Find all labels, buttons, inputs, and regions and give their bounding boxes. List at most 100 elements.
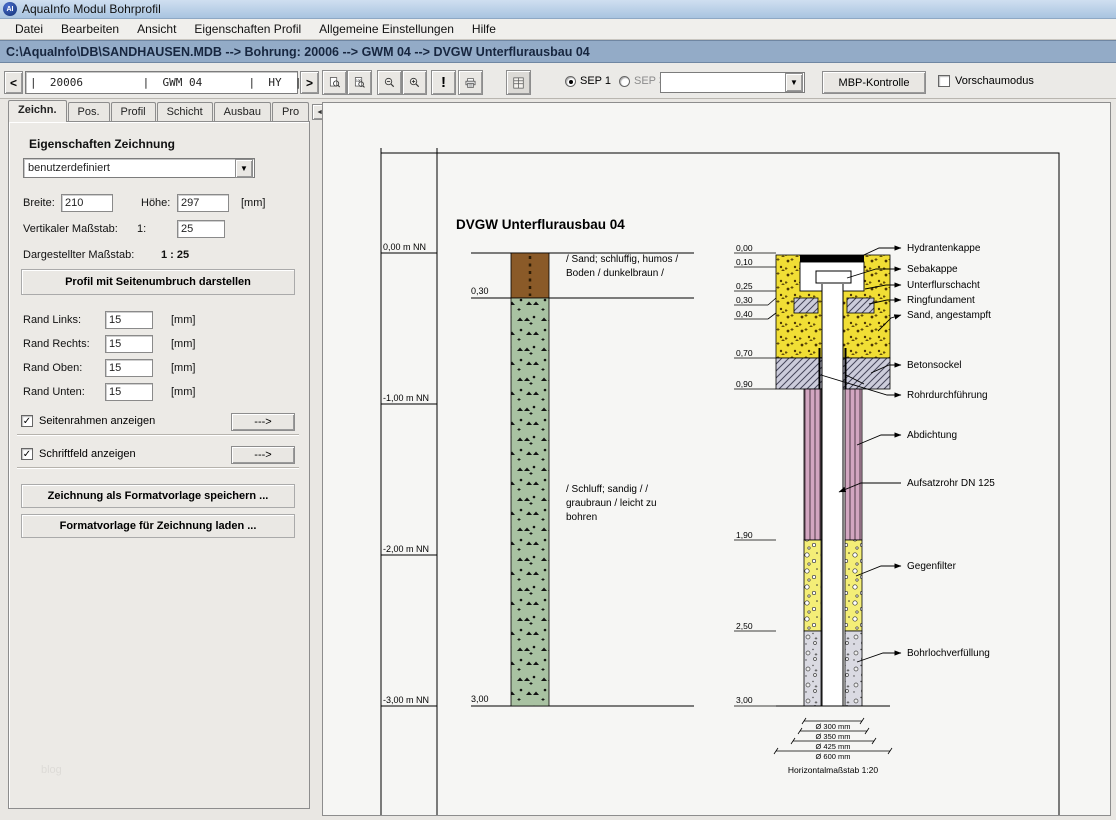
menu-eigenschaften-profil[interactable]: Eigenschaften Profil [185, 20, 310, 38]
seitenrahmen-checkbox[interactable]: ✓ [21, 415, 33, 427]
soil-layer-green [511, 298, 549, 706]
tab-zeichn[interactable]: Zeichn. [8, 100, 67, 122]
drawing-canvas: 0,00 m NN -1,00 m NN -2,00 m NN -3,00 m … [322, 102, 1111, 816]
record-combobox[interactable]: | 20006 | GWM 04 | HY | ▼ [25, 71, 298, 94]
vmass-field[interactable] [177, 220, 225, 238]
svg-text:graubraun / leicht zu: graubraun / leicht zu [566, 498, 657, 509]
part-labels: Hydrantenkappe Sebakappe Unterflurschach… [907, 243, 995, 659]
svg-text:Sand, angestampft: Sand, angestampft [907, 310, 991, 321]
tab-pro[interactable]: Pro [272, 102, 309, 122]
dmass-value: 1 : 25 [161, 249, 189, 261]
breite-label: Breite: [23, 197, 55, 209]
svg-text:0,40: 0,40 [736, 309, 753, 319]
borehole-backfill-left [804, 631, 821, 706]
rand-oben-unit: [mm] [171, 362, 195, 374]
svg-text:Ø 425 mm: Ø 425 mm [815, 742, 850, 751]
svg-text:Abdichtung: Abdichtung [907, 430, 957, 441]
printer-icon [465, 75, 476, 91]
rand-oben-field[interactable] [105, 359, 153, 377]
table-view-icon[interactable] [506, 70, 531, 95]
tab-ausbau[interactable]: Ausbau [214, 102, 271, 122]
sep1-radio[interactable] [565, 76, 576, 87]
well-depths: 0,00 0,10 0,25 0,30 0,40 0,70 0,90 1,90 … [734, 243, 776, 706]
borehole-backfill-right [845, 631, 862, 706]
svg-text:Unterflurschacht: Unterflurschacht [907, 280, 980, 291]
svg-text:Hydrantenkappe: Hydrantenkappe [907, 243, 981, 254]
template-combobox-value: benutzerdefiniert [24, 162, 235, 174]
svg-text:Aufsatzrohr DN 125: Aufsatzrohr DN 125 [907, 478, 995, 489]
tab-schicht[interactable]: Schicht [157, 102, 213, 122]
zoom-out-icon[interactable] [377, 70, 402, 95]
watermark: blog [41, 764, 62, 776]
menu-bearbeiten[interactable]: Bearbeiten [52, 20, 128, 38]
svg-text:/ Schluff; sandig / /: / Schluff; sandig / / [566, 484, 648, 495]
ring-foundation-right [847, 298, 874, 313]
chevron-down-icon[interactable]: ▼ [235, 159, 253, 178]
svg-text:Betonsockel: Betonsockel [907, 360, 961, 371]
menu-allgemeine-einstellungen[interactable]: Allgemeine Einstellungen [310, 20, 463, 38]
rand-links-label: Rand Links: [23, 314, 81, 326]
layer2-description: / Schluff; sandig / / graubraun / leicht… [566, 484, 657, 523]
save-template-button[interactable]: Zeichnung als Formatvorlage speichern ..… [21, 484, 295, 508]
svg-text:3,00: 3,00 [736, 695, 753, 705]
tab-pos[interactable]: Pos. [68, 102, 110, 122]
vmass-label: Vertikaler Maßstab: [23, 223, 118, 235]
template-combobox[interactable]: benutzerdefiniert ▼ [23, 158, 255, 178]
svg-text:Sebakappe: Sebakappe [907, 264, 958, 275]
svg-text:-2,00 m NN: -2,00 m NN [383, 544, 429, 554]
divider [17, 434, 299, 435]
mbp-kontrolle-button[interactable]: MBP-Kontrolle [822, 71, 926, 94]
sealing-right [845, 389, 862, 540]
rand-links-field[interactable] [105, 311, 153, 329]
ring-foundation-left [794, 298, 818, 313]
hoehe-field[interactable] [177, 194, 229, 212]
schriftfeld-checkbox[interactable]: ✓ [21, 448, 33, 460]
menu-datei[interactable]: Datei [6, 20, 52, 38]
svg-text:0,90: 0,90 [736, 379, 753, 389]
print-icon[interactable] [458, 70, 483, 95]
dmass-label: Dargestellter Maßstab: [23, 249, 134, 261]
prev-record-button[interactable]: < [4, 71, 23, 94]
svg-text:0,00: 0,00 [736, 243, 753, 253]
tab-profil[interactable]: Profil [111, 102, 156, 122]
soil-profile: 0,30 3,00 / Sand; schluffig, humos / Bod… [471, 253, 694, 706]
sep3-radio[interactable] [619, 76, 630, 87]
preview-mode-checkbox[interactable] [938, 75, 950, 87]
load-template-button[interactable]: Formatvorlage für Zeichnung laden ... [21, 514, 295, 538]
page-break-button[interactable]: Profil mit Seitenumbruch darstellen [21, 269, 295, 295]
svg-text:Ø 300 mm: Ø 300 mm [815, 722, 850, 731]
svg-text:0,10: 0,10 [736, 257, 753, 267]
tab-strip: Zeichn. Pos. Profil Schicht Ausbau Pro ◄… [8, 100, 318, 122]
svg-text:Ø 600 mm: Ø 600 mm [815, 752, 850, 761]
schriftfeld-row: ✓ Schriftfeld anzeigen [21, 448, 136, 460]
menu-hilfe[interactable]: Hilfe [463, 20, 505, 38]
seitenrahmen-arrow-button[interactable]: ---> [231, 413, 295, 431]
zoom-in-icon[interactable] [402, 70, 427, 95]
grid-icon [513, 75, 524, 91]
menu-ansicht[interactable]: Ansicht [128, 20, 185, 38]
svg-text:100: 100 [356, 79, 362, 83]
svg-text:Rohrdurchführung: Rohrdurchführung [907, 390, 988, 401]
svg-text:Ringfundament: Ringfundament [907, 295, 975, 306]
seba-cap [816, 271, 851, 283]
print-preview-icon[interactable] [322, 70, 347, 95]
hydrant-cap [800, 255, 864, 262]
refresh-exclamation-icon[interactable]: ! [431, 70, 456, 95]
counter-filter-right [845, 540, 862, 631]
riser-pipe [822, 284, 843, 706]
rand-links-unit: [mm] [171, 314, 195, 326]
rand-unten-field[interactable] [105, 383, 153, 401]
window-title: AquaInfo Modul Bohrprofil [22, 2, 161, 16]
rand-oben-label: Rand Oben: [23, 362, 82, 374]
breite-field[interactable] [61, 194, 113, 212]
rand-rechts-field[interactable] [105, 335, 153, 353]
sep-combobox[interactable]: ▼ [660, 72, 805, 93]
schriftfeld-arrow-button[interactable]: ---> [231, 446, 295, 464]
app-window: AI AquaInfo Modul Bohrprofil Datei Bearb… [0, 0, 1116, 820]
next-record-button[interactable]: > [300, 71, 319, 94]
horizontal-scale-note: Horizontalmaßstab 1:20 [788, 765, 879, 775]
title-bar: AI AquaInfo Modul Bohrprofil [0, 0, 1116, 19]
schriftfeld-label: Schriftfeld anzeigen [39, 448, 136, 460]
chevron-down-icon[interactable]: ▼ [785, 73, 803, 92]
zoom-100-icon[interactable]: 100 [347, 70, 372, 95]
